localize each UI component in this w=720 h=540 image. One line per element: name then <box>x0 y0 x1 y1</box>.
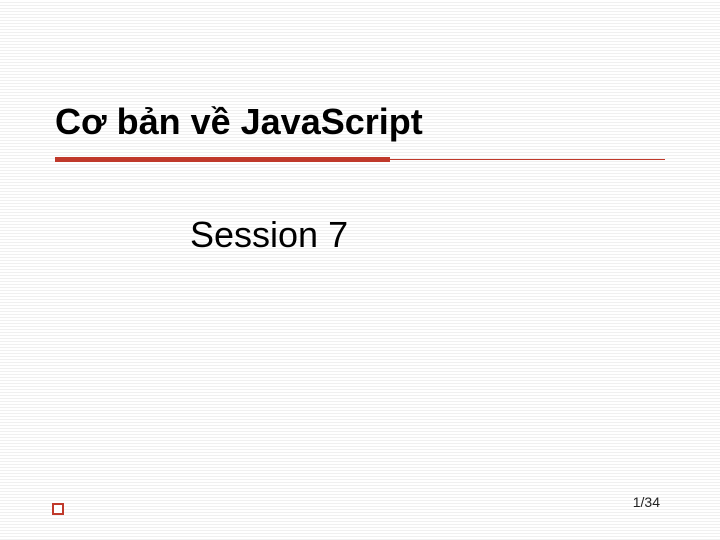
page-number: 1/34 <box>633 494 660 510</box>
title-underline <box>55 157 665 163</box>
underline-thick-line <box>55 157 390 162</box>
slide-title: Cơ bản về JavaScript <box>55 100 665 143</box>
footer-decorative-box <box>52 503 64 515</box>
presentation-slide: Cơ bản về JavaScript Session 7 1/34 <box>0 0 720 540</box>
slide-subtitle: Session 7 <box>55 213 665 256</box>
